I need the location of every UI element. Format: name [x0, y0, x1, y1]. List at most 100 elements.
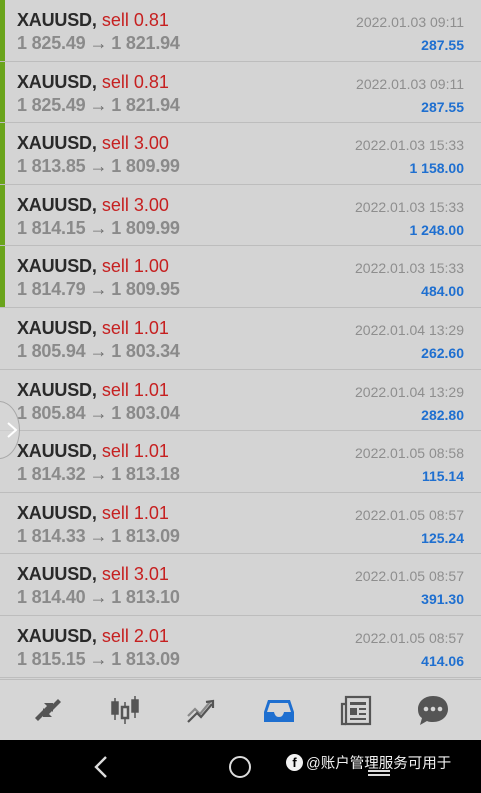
arrow-right-icon: → [89, 217, 108, 238]
trade-prices: 1 813.85 → 1 809.99 [17, 156, 180, 177]
open-price: 1 825.49 [17, 33, 86, 53]
close-price: 1 821.94 [111, 94, 180, 115]
arrow-right-icon: → [89, 402, 108, 423]
separator: , [91, 502, 97, 523]
trade-history-list[interactable]: XAUUSD, sell 0.81 1 825.49 → 1 821.94 2022.01… [0, 0, 481, 679]
trade-side: sell 0.81 [101, 10, 169, 30]
trade-date: 2022.01.03 09:11 [356, 14, 464, 30]
trade-prices: 1 815.15 → 1 813.09 [17, 649, 180, 670]
tab-trade[interactable] [22, 685, 74, 735]
trade-title: XAUUSD, sell 3.01 [17, 564, 169, 585]
open-price: 1 814.40 [17, 587, 86, 608]
trade-symbol: XAUUSD [17, 194, 92, 215]
home-icon[interactable] [229, 756, 251, 778]
arrow-right-icon: → [89, 525, 108, 546]
trade-row[interactable]: XAUUSD, sell 3.01 1 814.40 → 1 813.10 2022.01… [0, 554, 481, 616]
close-price: 1 813.09 [111, 648, 180, 669]
trade-side: sell 2.01 [101, 625, 169, 646]
trade-profit: 1 248.00 [409, 221, 465, 238]
trade-date: 2022.01.05 08:58 [355, 445, 464, 462]
trade-date: 2022.01.03 15:33 [355, 260, 464, 277]
close-price: 1 803.04 [111, 402, 180, 423]
system-navigation-bar: f @账户管理服务可用于 [0, 740, 481, 793]
tab-news[interactable] [330, 685, 382, 735]
trade-symbol: XAUUSD [17, 317, 92, 338]
separator: , [91, 379, 97, 400]
trade-prices: 1 825.49 → 1 821.94 [17, 33, 180, 54]
trade-row[interactable]: XAUUSD, sell 3.00 1 814.15 → 1 809.99 2022.01… [0, 184, 481, 247]
trade-row[interactable]: XAUUSD, sell 1.01 1 805.94 → 1 803.34 2022.01… [0, 307, 481, 370]
trade-row[interactable]: XAUUSD, sell 0.81 1 825.49 → 1 821.94 2022.01… [0, 61, 481, 124]
trade-title: XAUUSD, sell 1.00 [17, 256, 169, 277]
trend-chart-icon [187, 699, 215, 723]
separator: , [91, 441, 97, 462]
trade-row[interactable]: XAUUSD, sell 2.01 1 815.15 → 1 813.09 2022.01… [0, 615, 481, 678]
open-price: 1 805.94 [17, 340, 86, 361]
close-price: 1 809.99 [111, 217, 180, 238]
trade-prices: 1 805.94 → 1 803.34 [17, 341, 180, 362]
trade-date: 2022.01.05 08:57 [355, 506, 464, 523]
trade-symbol: XAUUSD [17, 441, 92, 462]
trade-prices: 1 805.84 → 1 803.04 [17, 403, 180, 424]
arrow-right-icon: → [89, 94, 108, 115]
close-price: 1 813.10 [111, 587, 180, 608]
trade-symbol: XAUUSD [17, 564, 92, 585]
trade-row[interactable]: XAUUSD, sell 3.00 1 813.85 → 1 809.99 2022.01… [0, 123, 481, 185]
trade-row[interactable]: XAUUSD, sell 1.00 1 814.79 → 1 809.95 2022.01… [0, 246, 481, 308]
trade-side: sell 1.00 [101, 256, 169, 277]
trade-title: XAUUSD, sell 3.00 [17, 195, 169, 216]
trade-title: XAUUSD, sell 0.81 [17, 10, 169, 31]
trade-row[interactable]: XAUUSD, sell 1.01 1 805.84 → 1 803.04 2022.01… [0, 369, 481, 432]
bottom-toolbar [0, 679, 481, 740]
trade-side: sell 1.01 [101, 379, 169, 400]
trade-date: 2022.01.05 08:57 [355, 629, 464, 646]
trade-profit: 414.06 [421, 652, 464, 669]
trade-profit: 125.24 [421, 529, 464, 546]
trade-date: 2022.01.03 09:11 [356, 75, 464, 92]
trade-symbol: XAUUSD [17, 502, 92, 523]
separator: , [91, 71, 97, 92]
trade-date: 2022.01.03 15:33 [355, 198, 464, 215]
trade-date: 2022.01.04 13:29 [355, 321, 464, 338]
trade-side: sell 3.00 [101, 194, 169, 215]
trade-profit: 391.30 [421, 591, 464, 608]
arrow-right-icon: → [89, 33, 108, 53]
trade-symbol: XAUUSD [17, 71, 92, 92]
open-price: 1 805.84 [17, 402, 86, 423]
trade-symbol: XAUUSD [17, 625, 92, 646]
separator: , [91, 10, 97, 30]
tab-trend[interactable] [176, 685, 228, 735]
candlestick-chart-icon [111, 696, 139, 724]
chat-bubble-icon [417, 696, 448, 725]
trade-title: XAUUSD, sell 3.00 [17, 133, 169, 154]
trade-profit: 287.55 [421, 37, 464, 53]
trade-prices: 1 814.33 → 1 813.09 [17, 526, 180, 547]
separator: , [91, 256, 97, 277]
open-price: 1 814.79 [17, 279, 86, 300]
trade-side: sell 3.00 [101, 133, 169, 154]
trade-row[interactable]: XAUUSD, sell 1.01 1 814.32 → 1 813.18 2022.01… [0, 431, 481, 493]
open-price: 1 825.49 [17, 94, 86, 115]
trade-side: sell 1.01 [101, 502, 169, 523]
open-price: 1 815.15 [17, 648, 86, 669]
close-price: 1 803.34 [111, 340, 180, 361]
trade-row[interactable]: XAUUSD, sell 1.01 1 814.33 → 1 813.09 2022.01… [0, 492, 481, 555]
tab-chat[interactable] [407, 685, 459, 735]
trade-symbol: XAUUSD [17, 256, 92, 277]
trade-side: sell 3.01 [101, 564, 169, 585]
trade-prices: 1 814.40 → 1 813.10 [17, 587, 180, 608]
arrow-right-icon: → [89, 340, 108, 361]
trade-profit: 282.80 [421, 406, 464, 423]
trade-title: XAUUSD, sell 1.01 [17, 318, 169, 339]
trade-date: 2022.01.05 08:57 [355, 568, 464, 585]
separator: , [91, 133, 97, 154]
facebook-icon: f [286, 753, 303, 771]
separator: , [91, 564, 97, 585]
tab-history[interactable] [253, 685, 305, 735]
back-icon[interactable] [90, 754, 112, 780]
chevron-right-icon [7, 422, 18, 438]
watermark-text: @账户管理服务可用于 [306, 755, 452, 772]
trade-row[interactable]: XAUUSD, sell 0.81 1 825.49 → 1 821.94 2022.01… [0, 0, 481, 62]
open-price: 1 814.15 [17, 217, 86, 238]
tab-chart[interactable] [99, 685, 151, 735]
